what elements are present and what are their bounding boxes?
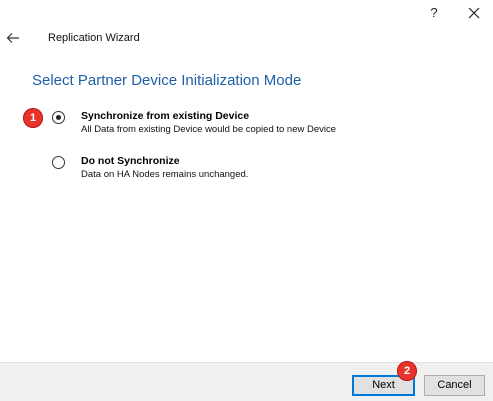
radio-synchronize[interactable] (52, 111, 65, 124)
option-do-not-synchronize[interactable]: Do not Synchronize Data on HA Nodes rema… (0, 154, 493, 188)
help-button[interactable]: ? (426, 4, 442, 22)
radio-do-not-synchronize[interactable] (52, 156, 65, 169)
title-bar: ? (0, 0, 493, 26)
wizard-footer: Next Cancel (0, 362, 493, 401)
step-badge-1: 1 (23, 108, 43, 128)
option-label: Do not Synchronize (81, 155, 180, 167)
option-label: Synchronize from existing Device (81, 110, 250, 122)
option-synchronize[interactable]: Synchronize from existing Device All Dat… (0, 109, 493, 143)
wizard-title: Replication Wizard (48, 32, 140, 44)
cancel-button[interactable]: Cancel (424, 375, 485, 396)
close-button[interactable] (464, 3, 484, 23)
option-description: Data on HA Nodes remains unchanged. (81, 169, 249, 180)
back-button[interactable] (5, 30, 21, 46)
page-title: Select Partner Device Initialization Mod… (32, 72, 302, 89)
wizard-header: Replication Wizard (0, 26, 493, 54)
option-description: All Data from existing Device would be c… (81, 124, 337, 135)
step-badge-2: 2 (397, 361, 417, 381)
radio-selected-dot (56, 115, 61, 120)
back-arrow-icon (6, 33, 19, 43)
close-icon (468, 7, 480, 19)
